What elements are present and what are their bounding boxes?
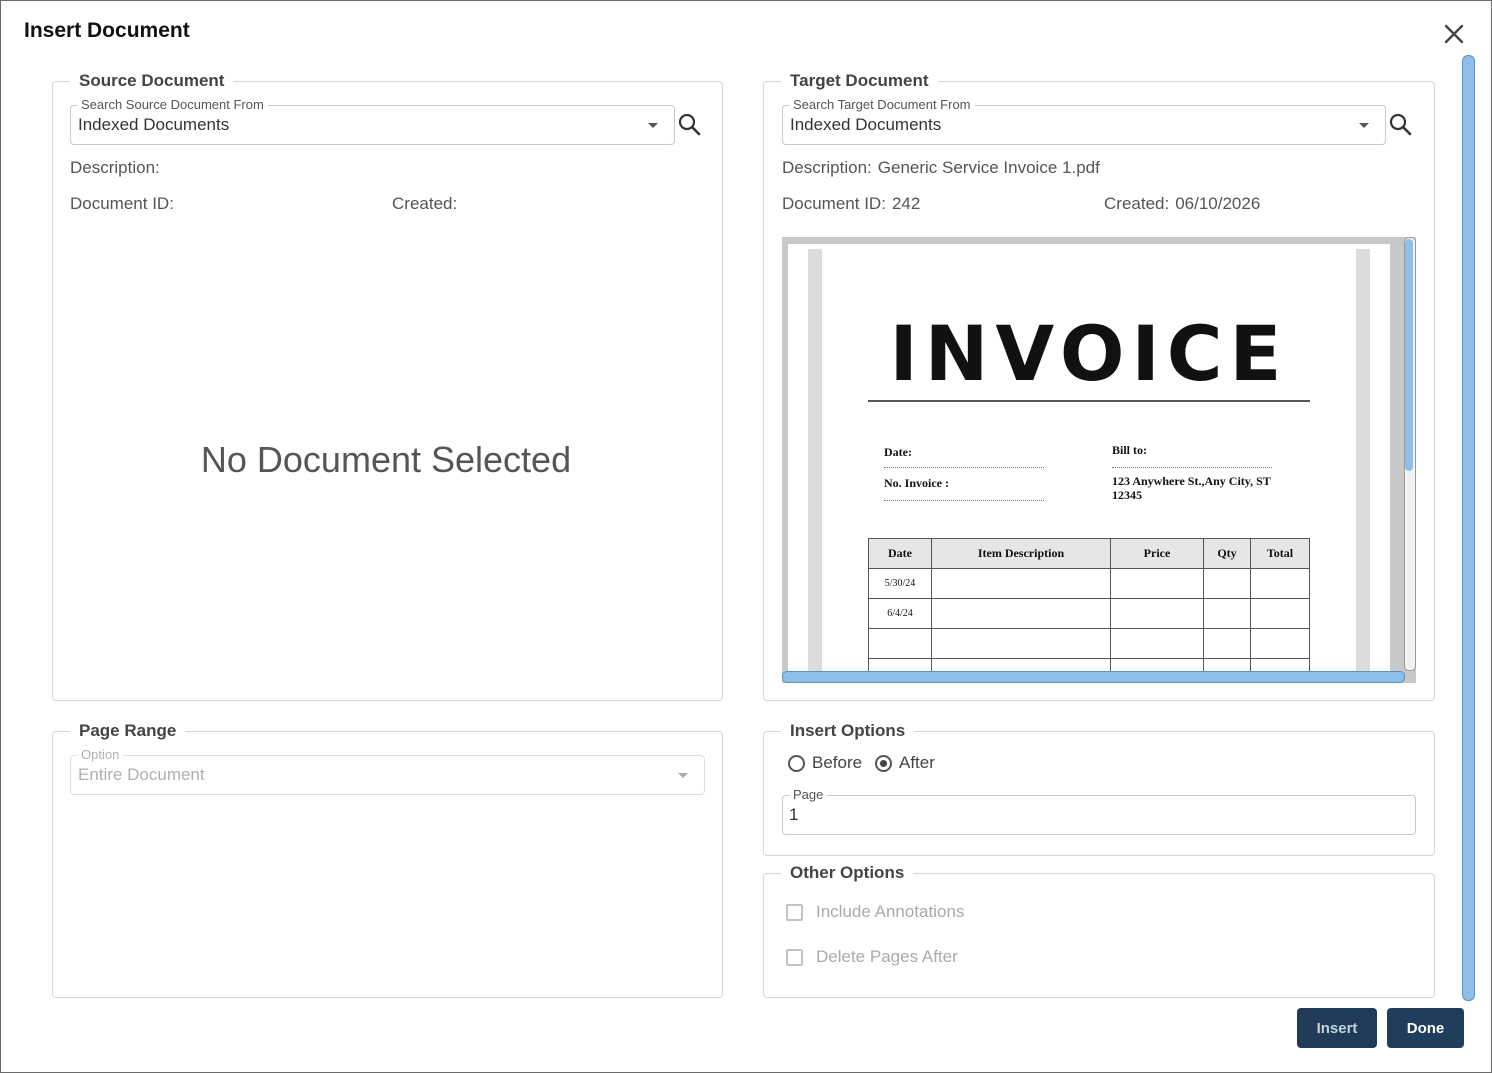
before-radio-label: Before — [812, 753, 863, 772]
invoice-col-item-description: Item Description — [931, 538, 1111, 569]
invoice-cell — [1110, 568, 1204, 599]
invoice-heading: INVOICE — [889, 309, 1289, 398]
preview-margin-left — [808, 249, 822, 679]
dialog-title: Insert Document — [24, 19, 190, 42]
before-radio-icon — [788, 754, 805, 772]
invoice-cell — [1250, 598, 1310, 629]
after-radio-label: After — [899, 753, 935, 772]
checkbox-icon — [786, 948, 803, 966]
invoice-date-label: Date: — [884, 445, 912, 459]
source-document-legend: Source Document — [79, 71, 225, 90]
page-number-value: 1 — [789, 805, 799, 824]
page-range-option-select[interactable]: Option Entire Document — [70, 747, 705, 795]
document-preview[interactable]: INVOICE Date: No. Invoice : Bill to: 123… — [782, 237, 1416, 683]
source-created-label: Created: — [392, 194, 458, 213]
preview-vertical-scroll-thumb[interactable] — [1405, 239, 1413, 471]
delete-pages-after-checkbox[interactable]: Delete Pages After — [786, 947, 958, 967]
target-search-select[interactable]: Search Target Document From Indexed Docu… — [782, 97, 1386, 145]
invoice-cell — [1250, 568, 1310, 599]
invoice-table-row: 6/4/24 — [868, 598, 1310, 629]
invoice-number-label: No. Invoice : — [884, 476, 949, 490]
target-search-value: Indexed Documents — [790, 115, 942, 134]
invoice-cell — [1203, 628, 1251, 659]
invoice-cell — [868, 628, 932, 659]
invoice-cell — [1110, 628, 1204, 659]
dialog-scrollbar[interactable] — [1462, 55, 1475, 1001]
chevron-down-icon — [1359, 123, 1369, 128]
page-range-legend: Page Range — [79, 721, 177, 740]
checkbox-icon — [786, 903, 803, 921]
invoice-bill-to-line — [1112, 467, 1272, 468]
insert-button[interactable]: Insert — [1297, 1008, 1377, 1048]
invoice-cell: 5/30/24 — [868, 568, 932, 599]
close-icon[interactable] — [1441, 21, 1467, 47]
invoice-cell: 6/4/24 — [868, 598, 932, 629]
include-annotations-checkbox[interactable]: Include Annotations — [786, 902, 964, 922]
invoice-table-header: Date Item Description Price Qty Total — [868, 538, 1310, 569]
page-number-label: Page — [789, 787, 828, 802]
source-document-id: Document ID: — [70, 194, 180, 214]
search-icon[interactable] — [677, 112, 703, 138]
target-document-legend: Target Document — [790, 71, 929, 90]
target-docid-value: 242 — [891, 194, 921, 213]
invoice-cell — [931, 568, 1111, 599]
invoice-table: Date Item Description Price Qty Total 5/… — [868, 538, 1310, 683]
no-document-message: No Document Selected — [200, 439, 572, 480]
preview-margin-right — [1356, 249, 1370, 679]
source-search-select[interactable]: Search Source Document From Indexed Docu… — [70, 97, 675, 145]
target-description-label: Description: — [782, 158, 872, 177]
invoice-cell — [1110, 598, 1204, 629]
before-radio[interactable]: Before — [788, 753, 862, 773]
invoice-col-price: Price — [1110, 538, 1204, 569]
invoice-bill-to-label: Bill to: — [1112, 443, 1147, 457]
source-description: Description: — [70, 158, 166, 178]
invoice-number-line — [884, 500, 1044, 501]
preview-page: INVOICE Date: No. Invoice : Bill to: 123… — [822, 251, 1356, 683]
invoice-cell — [1203, 598, 1251, 629]
chevron-down-icon — [648, 123, 658, 128]
insert-document-dialog: Insert Document Source Document Search S… — [0, 0, 1492, 1073]
insert-options-group: Insert Options — [763, 721, 1435, 856]
other-options-group: Other Options — [763, 863, 1435, 998]
invoice-col-qty: Qty — [1203, 538, 1251, 569]
target-created: Created: 06/10/2026 — [1104, 194, 1260, 214]
invoice-cell — [931, 598, 1111, 629]
invoice-table-row — [868, 628, 1310, 659]
target-description: Description: Generic Service Invoice 1.pd… — [782, 158, 1100, 178]
include-annotations-label: Include Annotations — [816, 902, 965, 921]
source-description-label: Description: — [70, 158, 160, 177]
source-search-label: Search Source Document From — [77, 97, 268, 112]
invoice-bill-to-address: 123 Anywhere St.,Any City, ST 12345 — [1112, 474, 1271, 502]
invoice-cell — [931, 628, 1111, 659]
target-created-value: 06/10/2026 — [1175, 194, 1261, 213]
page-range-option-label: Option — [77, 747, 124, 762]
invoice-cell — [1203, 568, 1251, 599]
target-document-id: Document ID: 242 — [782, 194, 920, 214]
invoice-divider — [868, 400, 1310, 402]
invoice-col-total: Total — [1250, 538, 1310, 569]
invoice-table-row: 5/30/24 — [868, 568, 1310, 599]
invoice-cell — [1250, 628, 1310, 659]
preview-horizontal-scrollbar[interactable] — [782, 671, 1405, 683]
target-search-label: Search Target Document From — [789, 97, 975, 112]
target-description-value: Generic Service Invoice 1.pdf — [877, 158, 1100, 177]
done-button[interactable]: Done — [1387, 1008, 1464, 1048]
source-docid-label: Document ID: — [70, 194, 174, 213]
source-created: Created: — [392, 194, 463, 214]
invoice-col-date: Date — [868, 538, 932, 569]
after-radio-icon — [875, 754, 892, 772]
chevron-down-icon — [678, 773, 688, 778]
insert-options-legend: Insert Options — [790, 721, 906, 740]
delete-pages-after-label: Delete Pages After — [816, 947, 958, 966]
target-docid-label: Document ID: — [782, 194, 886, 213]
page-range-option-value: Entire Document — [78, 765, 205, 784]
source-search-value: Indexed Documents — [78, 115, 230, 134]
other-options-legend: Other Options — [790, 863, 905, 882]
after-radio[interactable]: After — [875, 753, 935, 773]
target-created-label: Created: — [1104, 194, 1170, 213]
page-number-input[interactable]: Page 1 — [782, 787, 1416, 835]
invoice-date-line — [884, 467, 1044, 468]
search-icon[interactable] — [1388, 112, 1414, 138]
